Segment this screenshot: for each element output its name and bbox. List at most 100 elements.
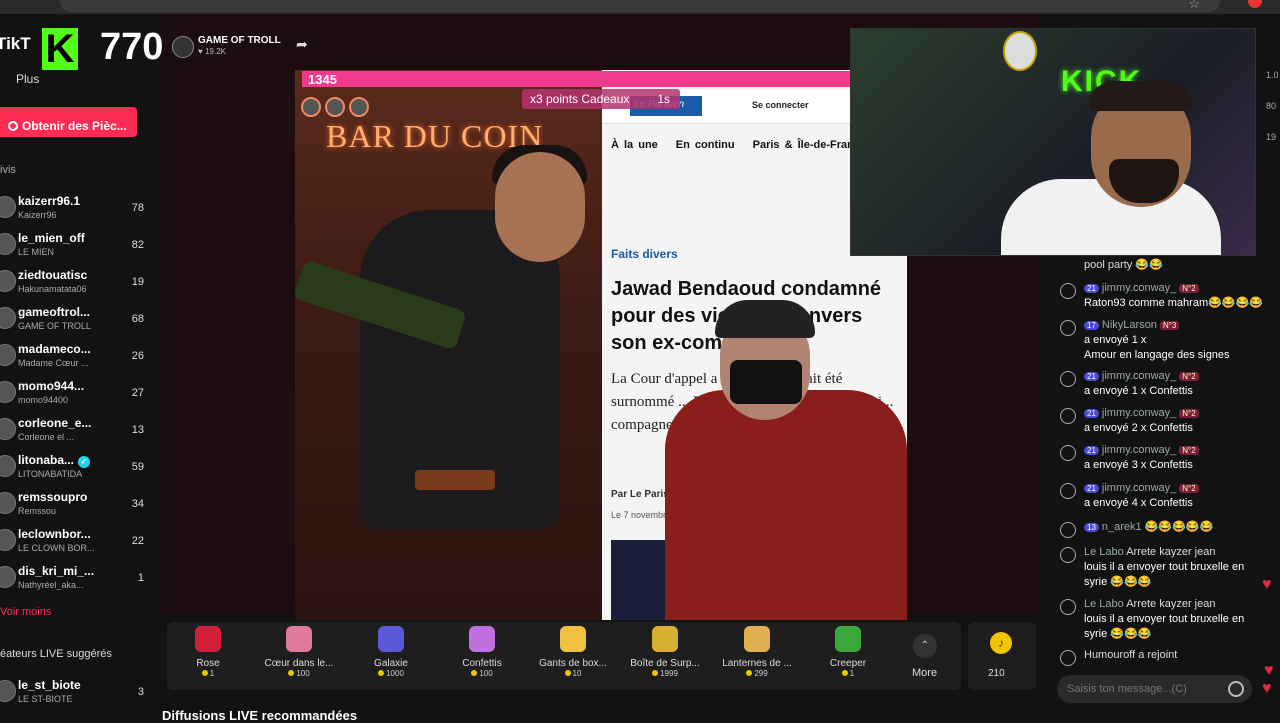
- address-bar[interactable]: [60, 0, 1220, 12]
- boxing-gloves-icon: [560, 626, 586, 652]
- webcam-person-hair: [1089, 81, 1193, 111]
- avatar: [0, 529, 16, 551]
- kick-logo: K: [42, 28, 78, 70]
- streamer-name[interactable]: GAME OF TROLL: [198, 35, 281, 46]
- gift-item[interactable]: Confettis 100: [441, 626, 523, 678]
- suggested-list: le_st_biote LE ST-BIOTE 3: [0, 676, 144, 713]
- verified-icon: ✓: [78, 456, 91, 468]
- top-gifters[interactable]: [301, 97, 373, 122]
- gifter-avatar: [325, 97, 345, 117]
- sidebar-account[interactable]: remssoupro Remssou 34: [0, 488, 144, 525]
- avatar: [1060, 522, 1076, 538]
- sidebar-account[interactable]: le_mien_off LE MIEN 82: [0, 229, 144, 266]
- sidebar: TikT Plus Obtenir des Pièc... ivis kaize…: [0, 14, 160, 720]
- coin-icon: [8, 121, 18, 131]
- viewer-counter: 770: [100, 26, 164, 68]
- following-list: kaizerr96.1 Kaizerr96 78 le_mien_off LE MIE…: [0, 192, 144, 599]
- avatar: [0, 566, 16, 588]
- avatar: [0, 233, 16, 255]
- avatar: [0, 455, 16, 477]
- avatar: [1060, 547, 1076, 563]
- more-gifts-button[interactable]: ⌃: [913, 634, 937, 658]
- avatar: [0, 344, 16, 366]
- masked-person-jacket: [665, 390, 907, 620]
- article-nav-item: En continu: [675, 139, 735, 151]
- join-icon: [1060, 650, 1076, 666]
- recommended-live-title: Diffusions LIVE recommandées: [162, 708, 358, 723]
- gift-item[interactable]: Cœur dans le... 100: [258, 626, 340, 678]
- avatar: [0, 196, 16, 218]
- gift-item[interactable]: Boîte de Surp... 1999: [624, 626, 706, 678]
- galaxy-icon: [378, 626, 404, 652]
- article-nav-item: À la une: [611, 139, 658, 151]
- sidebar-account[interactable]: leclownbor... LE CLOWN BOR... 22: [0, 525, 144, 562]
- coin-icon: ♪: [990, 632, 1012, 654]
- creeper-icon: [835, 626, 861, 652]
- sidebar-account[interactable]: dis_kri_mi_... Nathyréel_aka... 1: [0, 562, 144, 599]
- sidebar-account[interactable]: gameoftrol... GAME OF TROLL 68: [0, 303, 144, 340]
- emoji-icon[interactable]: [1228, 681, 1244, 697]
- bookmark-star-icon[interactable]: ☆: [1188, 0, 1200, 12]
- sidebar-account[interactable]: momo944... momo94400 27: [0, 377, 144, 414]
- masked-person-mask: [730, 360, 802, 404]
- gift-item[interactable]: Galaxie 1000: [350, 626, 432, 678]
- gift-progress-value: 1345: [308, 72, 337, 87]
- gifter-avatar: [301, 97, 321, 117]
- gift-item[interactable]: Creeper 1: [807, 626, 889, 678]
- masked-person-cap: [715, 300, 815, 338]
- sidebar-account[interactable]: corleone_e... Corleone el ... 13: [0, 414, 144, 451]
- suggested-account[interactable]: le_st_biote LE ST-BIOTE 3: [0, 676, 144, 713]
- avatar: [0, 418, 16, 440]
- share-icon[interactable]: ➦: [296, 36, 308, 53]
- stool: [415, 470, 495, 490]
- article-nav: À la une En continu Paris & Île-de-France: [611, 139, 884, 151]
- more-link[interactable]: Plus: [16, 72, 39, 86]
- channel-logo: [1003, 31, 1037, 71]
- chat-input[interactable]: [1057, 675, 1252, 703]
- masked-person: [665, 300, 907, 620]
- see-less-link[interactable]: Voir moins: [0, 606, 51, 618]
- coin-balance-value: 210: [988, 668, 1005, 679]
- heart-icon: ♥: [1262, 680, 1272, 697]
- lantern-icon: [744, 626, 770, 652]
- rose-icon: [195, 626, 221, 652]
- gifter-avatar: [349, 97, 369, 117]
- side-counters: 1.0 80 19: [1266, 70, 1279, 142]
- sidebar-account[interactable]: ziedtouatisc Hakunamatata06 19: [0, 266, 144, 303]
- heart-icon: ♥: [1262, 576, 1272, 593]
- gift-item[interactable]: Rose 1: [167, 626, 249, 678]
- avatar: [0, 307, 16, 329]
- avatar: [0, 680, 16, 702]
- gift-item[interactable]: Gants de box... 10: [532, 626, 614, 678]
- profile-icon[interactable]: [1248, 0, 1262, 8]
- streamer-likes: ♥ 19.2K: [198, 47, 226, 56]
- get-coins-button[interactable]: Obtenir des Pièc...: [0, 107, 137, 137]
- more-gifts-label[interactable]: More: [912, 667, 937, 679]
- streamer-avatar[interactable]: [172, 36, 194, 58]
- avatar: [1060, 599, 1076, 615]
- confetti-icon: [469, 626, 495, 652]
- avatar: [0, 270, 16, 292]
- avatar: [0, 381, 16, 403]
- sidebar-account[interactable]: madameco... Madame Cœur ... 26: [0, 340, 144, 377]
- heart-icon: ♥: [1264, 662, 1274, 679]
- sidebar-account[interactable]: kaizerr96.1 Kaizerr96 78: [0, 192, 144, 229]
- following-section-title: ivis: [0, 164, 16, 176]
- article-login: Se connecter: [752, 100, 809, 110]
- gift-icon: [1060, 320, 1076, 336]
- avatar: [0, 492, 16, 514]
- gift-icon: [1060, 445, 1076, 461]
- tiktok-logo[interactable]: TikT: [0, 34, 31, 54]
- gift-icon: [1060, 483, 1076, 499]
- gift-progress-bar: 1345: [302, 71, 850, 87]
- avatar: [1060, 283, 1076, 299]
- gift-item[interactable]: Lanternes de ... 299: [716, 626, 798, 678]
- sidebar-account[interactable]: litonaba... ✓ LITONABATIDA 59: [0, 451, 144, 488]
- surprise-box-icon: [652, 626, 678, 652]
- browser-toolbar: ☆: [0, 0, 1280, 14]
- points-banner: x3 points Cadeaux 1s: [522, 89, 680, 109]
- heart-hands-icon: [286, 626, 312, 652]
- webcam-overlay: KICK: [850, 28, 1256, 256]
- gift-icon: [1060, 371, 1076, 387]
- article-category: Faits divers: [611, 247, 678, 261]
